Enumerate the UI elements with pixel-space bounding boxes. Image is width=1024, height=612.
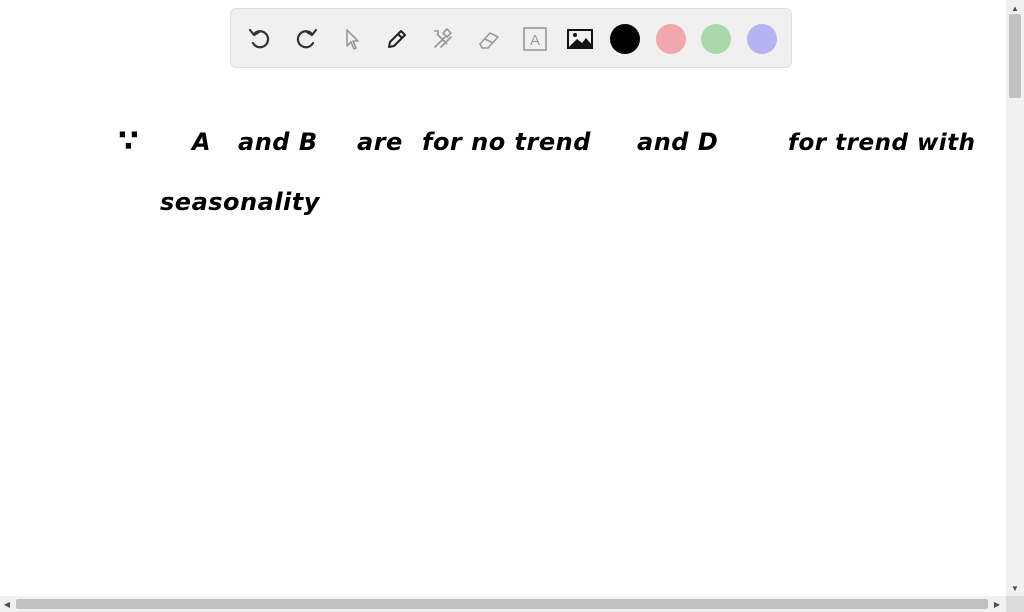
ink-phrase-and-b: and B: [238, 128, 318, 156]
color-lavender-swatch[interactable]: [747, 24, 777, 54]
image-icon: [567, 29, 593, 49]
scroll-left-arrow-icon[interactable]: ◀: [0, 596, 14, 612]
ink-phrase-for-no-trend: for no trend: [422, 128, 591, 156]
scrollbar-corner: [1006, 596, 1024, 612]
scroll-right-arrow-icon[interactable]: ▶: [990, 596, 1004, 612]
drawing-toolbar: A: [230, 8, 792, 68]
eraser-icon: [479, 32, 499, 49]
redo-icon: [296, 28, 318, 49]
scroll-down-arrow-icon[interactable]: ▼: [1006, 580, 1024, 596]
ink-phrase-for-trend-with: for trend with: [788, 130, 976, 156]
vertical-scrollbar[interactable]: ▲ ▼: [1006, 0, 1024, 596]
whiteboard-canvas[interactable]: A ∵ A and B are for no trend and D for t…: [0, 0, 1006, 596]
image-tool[interactable]: [565, 24, 595, 54]
eraser-tool[interactable]: [474, 24, 504, 54]
undo-button[interactable]: [245, 24, 275, 54]
vertical-scroll-thumb[interactable]: [1009, 14, 1021, 98]
hammer-wrench-icon: [434, 27, 453, 48]
pen-tool[interactable]: [382, 24, 412, 54]
pointer-icon: [346, 29, 359, 50]
horizontal-scrollbar[interactable]: ◀ ▶: [0, 596, 1006, 612]
therefore-symbol: ∵: [118, 124, 140, 159]
text-tool-glyph: A: [530, 32, 540, 49]
tools-button[interactable]: [428, 24, 458, 54]
select-tool[interactable]: [337, 24, 367, 54]
undo-icon: [248, 28, 270, 49]
ink-word-seasonality: seasonality: [160, 188, 320, 216]
ink-word-a: A: [192, 128, 212, 156]
ink-word-are: are: [357, 128, 403, 156]
color-pink-swatch[interactable]: [656, 24, 686, 54]
text-tool[interactable]: A: [520, 24, 550, 54]
ink-phrase-and-d: and D: [637, 128, 719, 156]
color-black-swatch[interactable]: [610, 24, 640, 54]
horizontal-scroll-thumb[interactable]: [16, 599, 988, 609]
color-green-swatch[interactable]: [701, 24, 731, 54]
text-box-icon: A: [523, 27, 547, 51]
pencil-icon: [388, 30, 406, 48]
redo-button[interactable]: [291, 24, 321, 54]
